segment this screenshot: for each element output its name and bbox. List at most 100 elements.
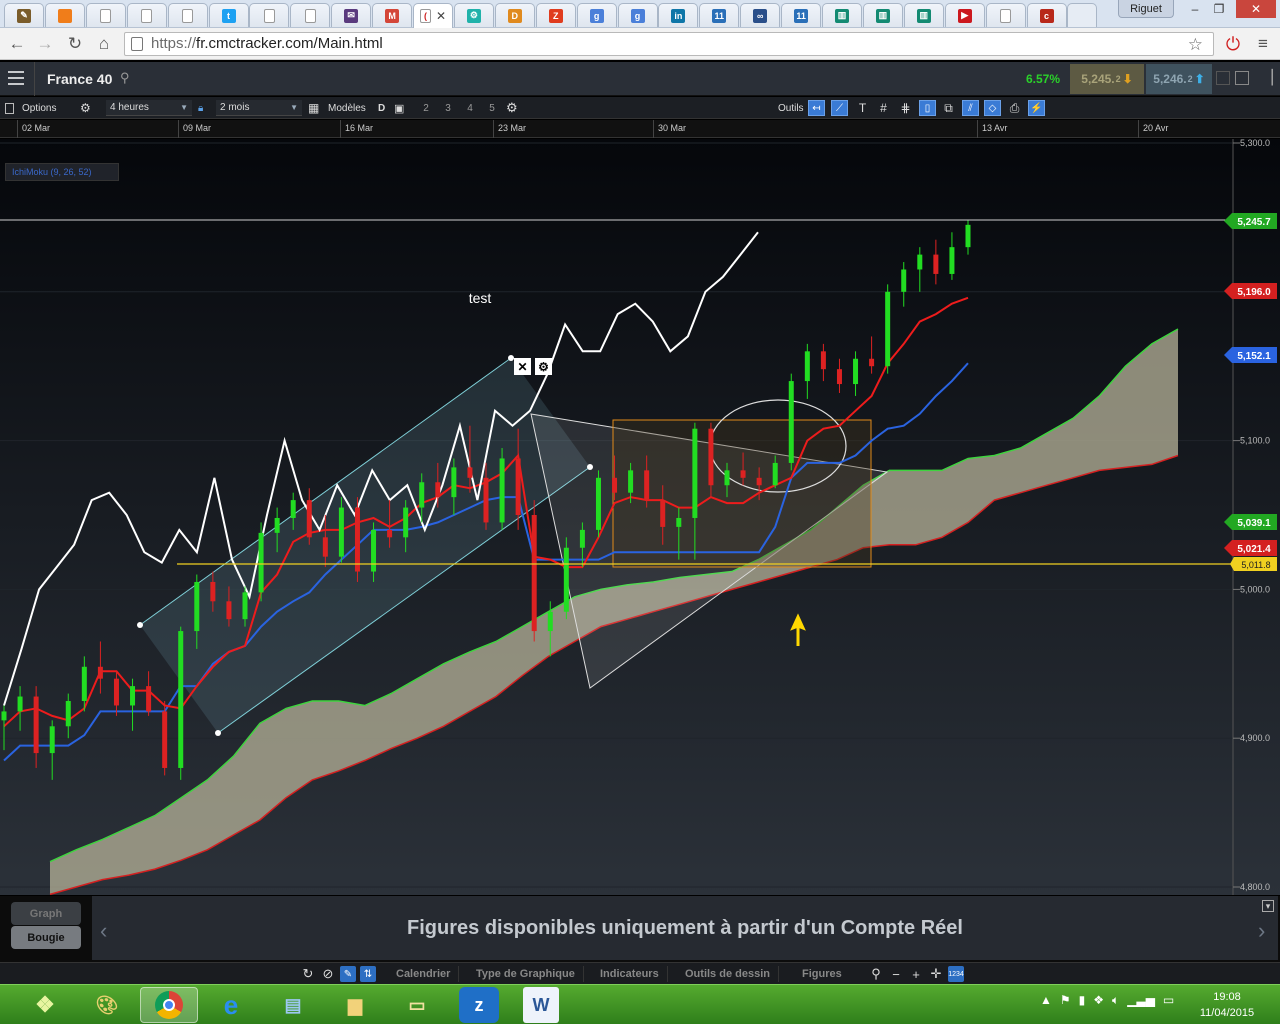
word-icon[interactable]: W [523,987,559,1023]
settings-gear-icon[interactable]: ⚙ [80,100,91,116]
zoom-icon[interactable]: ⚲ [868,966,884,982]
reload-icon[interactable]: ↻ [64,33,86,55]
browser-tab[interactable]: ✎ [4,3,44,27]
browser-tab[interactable]: ∞ [740,3,781,27]
sell-price-button[interactable]: 5,245. 2 ⬇ [1070,64,1144,94]
address-bar[interactable]: https://fr.cmctracker.com/Main.html ☆ [124,32,1214,56]
indicator-legend[interactable]: IchiMoku (9, 26, 52) [5,163,119,181]
profile-button[interactable]: Riguet [1118,0,1174,18]
paint-icon[interactable]: 🎨︎ [78,987,136,1023]
rectangle-drawing[interactable] [612,419,872,568]
channel-tool-icon[interactable]: ⫽ [962,100,979,116]
gear-icon[interactable]: ⚙ [506,100,518,116]
shape-tool-icon[interactable]: ◇ [984,100,1001,116]
collapse-icon[interactable]: ▕ [1262,69,1276,85]
browser-tab[interactable]: (✕ [413,3,453,28]
browser-tab[interactable]: 11 [781,3,822,27]
trendline-tool-icon[interactable]: ⟋ [831,100,848,116]
search-icon[interactable]: ⚲ [120,70,130,86]
dropbox-icon[interactable]: ❖ [1093,993,1104,1008]
browser-tab[interactable]: M [372,3,413,27]
lock-icon[interactable]: 🔒︎ [198,100,203,116]
browser-tab[interactable]: c [1026,3,1067,27]
forward-icon[interactable]: → [34,33,56,55]
volume-icon[interactable]: 🔈︎ [1112,993,1119,1008]
browser-tab[interactable] [85,3,126,27]
browser-tab[interactable] [249,3,290,27]
close-icon[interactable]: ✕ [1236,0,1276,18]
minimize-icon[interactable]: – [1183,0,1207,18]
bookmark-star-icon[interactable]: ☆ [1188,34,1203,56]
chart-type-menu[interactable]: Type de Graphique [468,966,584,982]
extension-icon[interactable]: ⏻ [1222,33,1244,55]
back-icon[interactable]: ← [6,33,28,55]
timeframe-select[interactable]: 4 heures ▼ [106,100,192,116]
channel-handle[interactable] [137,622,143,628]
candle-tool-icon[interactable]: ▯ [919,100,936,116]
page-2-button[interactable]: 2 [416,100,436,116]
banner-left-arrow-icon[interactable]: ‹ [100,918,107,944]
notes-icon[interactable]: ▭ [388,987,446,1023]
collapse-panel-icon[interactable]: ▾ [1262,900,1274,912]
banner-right-arrow-icon[interactable]: › [1258,918,1265,944]
detach-icon[interactable] [1216,71,1230,85]
browser-tab[interactable]: D [494,3,535,27]
magic-tool-icon[interactable]: ⚡ [1028,100,1045,116]
channel-handle[interactable] [215,730,221,736]
save-layout-icon[interactable]: ▣ [394,100,404,116]
app-z-icon[interactable]: z [459,987,499,1023]
tray-expand-icon[interactable]: ▲ [1040,993,1052,1008]
page-4-button[interactable]: 4 [460,100,480,116]
crosshair-icon[interactable]: ✛ [928,966,944,982]
tab-close-icon[interactable]: ✕ [436,9,446,23]
range-select[interactable]: 2 mois ▼ [216,100,302,116]
numeric-icon[interactable]: 1234 [948,966,964,982]
layers-tool-icon[interactable]: ⧉ [940,100,957,116]
browser-tab[interactable]: Z [535,3,576,27]
page-5-button[interactable]: 5 [482,100,502,116]
maximize-icon[interactable]: ❐ [1207,0,1231,18]
calendar-icon[interactable]: ▦ [308,100,319,116]
zoom-in-icon[interactable]: + [908,966,924,982]
delete-drawing-icon[interactable]: ✕ [514,358,531,375]
bougie-button[interactable]: Bougie [11,926,81,949]
hamburger-menu-icon[interactable] [8,71,24,85]
buy-price-button[interactable]: 5,246. 2 ⬆ [1146,64,1212,94]
zoom-out-icon[interactable]: − [888,966,904,982]
browser-tab[interactable]: t [208,3,249,27]
window-icon[interactable] [1235,71,1249,85]
browser-tab[interactable]: g [617,3,658,27]
fibonacci-tool-icon[interactable]: ⋕ [897,100,914,116]
browser-tab[interactable]: ⚙ [453,3,494,27]
magnet-icon[interactable]: ⇅ [360,966,376,982]
new-tab-button[interactable] [1067,3,1098,27]
browser-tab[interactable]: ▥ [862,3,903,27]
browser-tab[interactable] [44,3,85,27]
browser-tab[interactable] [985,3,1026,27]
templates-menu[interactable]: Modèles [328,100,366,116]
print-icon[interactable]: ⎙ [1006,100,1023,116]
browser-tab[interactable]: ▶ [944,3,985,27]
annotation-text[interactable]: test [469,290,492,306]
browser-tab[interactable] [290,3,331,27]
device-icon[interactable]: ▮ [1079,993,1086,1008]
price-chart[interactable]: test 5,300.05,200.05,100.05,000.04,900.0… [0,139,1280,895]
forbidden-icon[interactable]: ⊘ [320,966,336,982]
browser-tab[interactable] [126,3,167,27]
browser-tab[interactable]: ▥ [822,3,862,27]
page-3-button[interactable]: 3 [438,100,458,116]
drawing-settings-icon[interactable]: ⚙ [535,358,552,375]
text-tool-icon[interactable]: T [854,100,871,116]
figures-menu[interactable]: Figures [794,966,850,982]
network-icon[interactable]: ▁▃▅ [1127,993,1155,1008]
browser-tab[interactable]: ✉ [331,3,372,27]
drawing-tools-menu[interactable]: Outils de dessin [677,966,779,982]
browser-tab[interactable]: in [658,3,699,27]
home-icon[interactable]: ⌂ [93,33,115,55]
taskbar-clock[interactable]: 19:08 11/04/2015 [1190,989,1264,1021]
battery-icon[interactable]: ▭ [1163,993,1174,1008]
grid-tool-icon[interactable]: # [875,100,892,116]
calendar-menu[interactable]: Calendrier [388,966,460,982]
layout-d-button[interactable]: D [378,100,385,116]
start-icon[interactable]: ❖ [16,987,74,1023]
